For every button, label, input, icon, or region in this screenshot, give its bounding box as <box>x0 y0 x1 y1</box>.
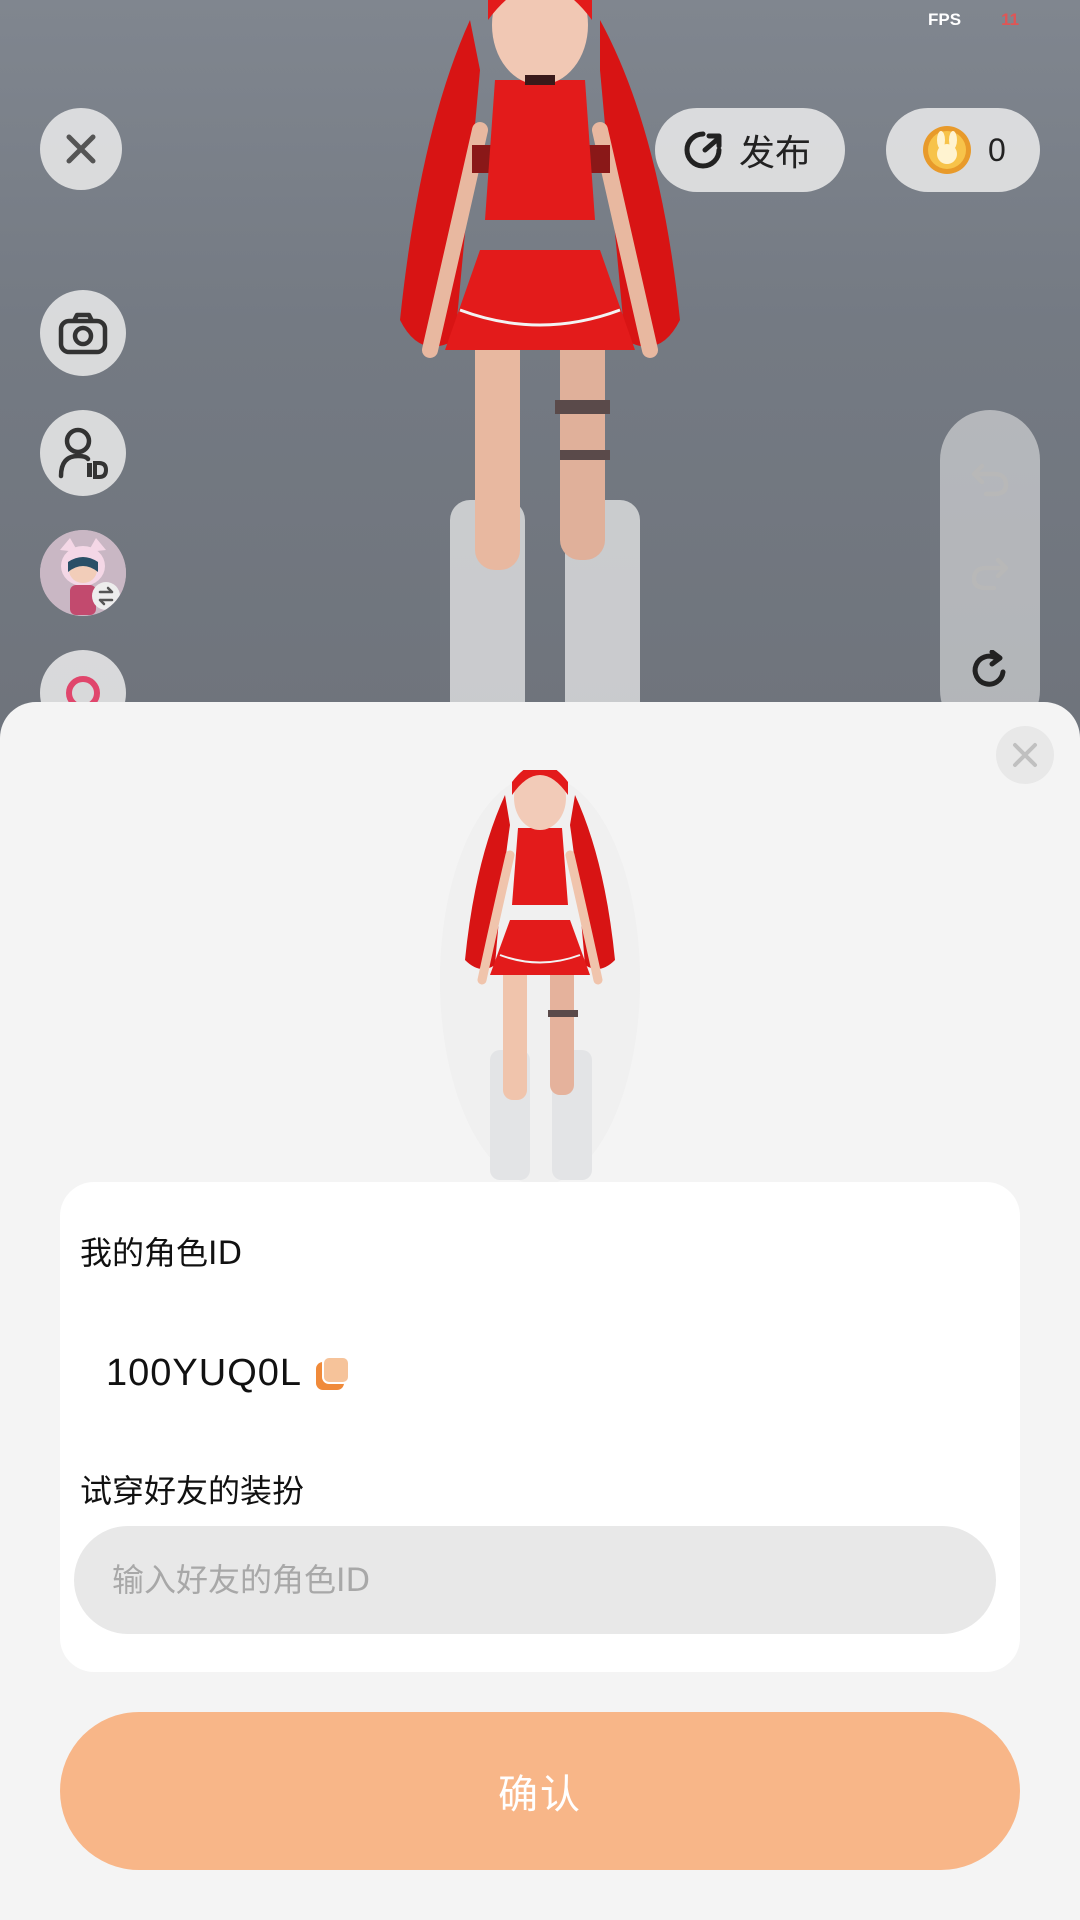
history-panel <box>940 410 1040 740</box>
coin-count: 0 <box>988 131 1006 168</box>
fps-counter: FPS 11 <box>928 10 1019 30</box>
avatar-preview <box>440 770 640 1182</box>
confirm-button[interactable]: 确认 <box>60 1712 1020 1870</box>
redo-icon[interactable] <box>970 552 1010 592</box>
publish-label: 发布 <box>739 133 812 174</box>
sheet-close-button[interactable] <box>996 726 1054 784</box>
camera-icon <box>58 312 108 355</box>
fps-label: FPS <box>928 10 962 29</box>
switch-avatar-button[interactable] <box>40 530 126 616</box>
close-button[interactable] <box>40 108 122 190</box>
try-on-title: 试穿好友的装扮 <box>80 1472 305 1510</box>
id-card: 我的角色ID 100YUQ0L 试穿好友的装扮 <box>60 1182 1020 1672</box>
close-icon <box>66 134 96 164</box>
camera-button[interactable] <box>40 290 126 376</box>
person-id-icon <box>58 427 108 479</box>
character-id-button[interactable] <box>40 410 126 496</box>
refresh-arrow-icon <box>684 131 722 169</box>
coin-balance[interactable]: 0 <box>886 108 1040 192</box>
rabbit-coin-icon <box>923 126 971 174</box>
copy-icon[interactable] <box>316 1355 352 1392</box>
undo-icon[interactable] <box>970 458 1010 498</box>
reset-icon[interactable] <box>970 650 1010 690</box>
my-id-row: 100YUQ0L <box>106 1352 352 1395</box>
close-icon <box>1013 743 1037 767</box>
avatar-model <box>400 0 680 720</box>
fps-value: 11 <box>1001 10 1020 29</box>
friend-id-input[interactable] <box>74 1526 996 1634</box>
my-id-title: 我的角色ID <box>80 1234 243 1272</box>
avatar-thumbnail <box>40 530 126 616</box>
publish-button[interactable]: 发布 <box>655 108 845 192</box>
my-id-value: 100YUQ0L <box>106 1352 303 1394</box>
